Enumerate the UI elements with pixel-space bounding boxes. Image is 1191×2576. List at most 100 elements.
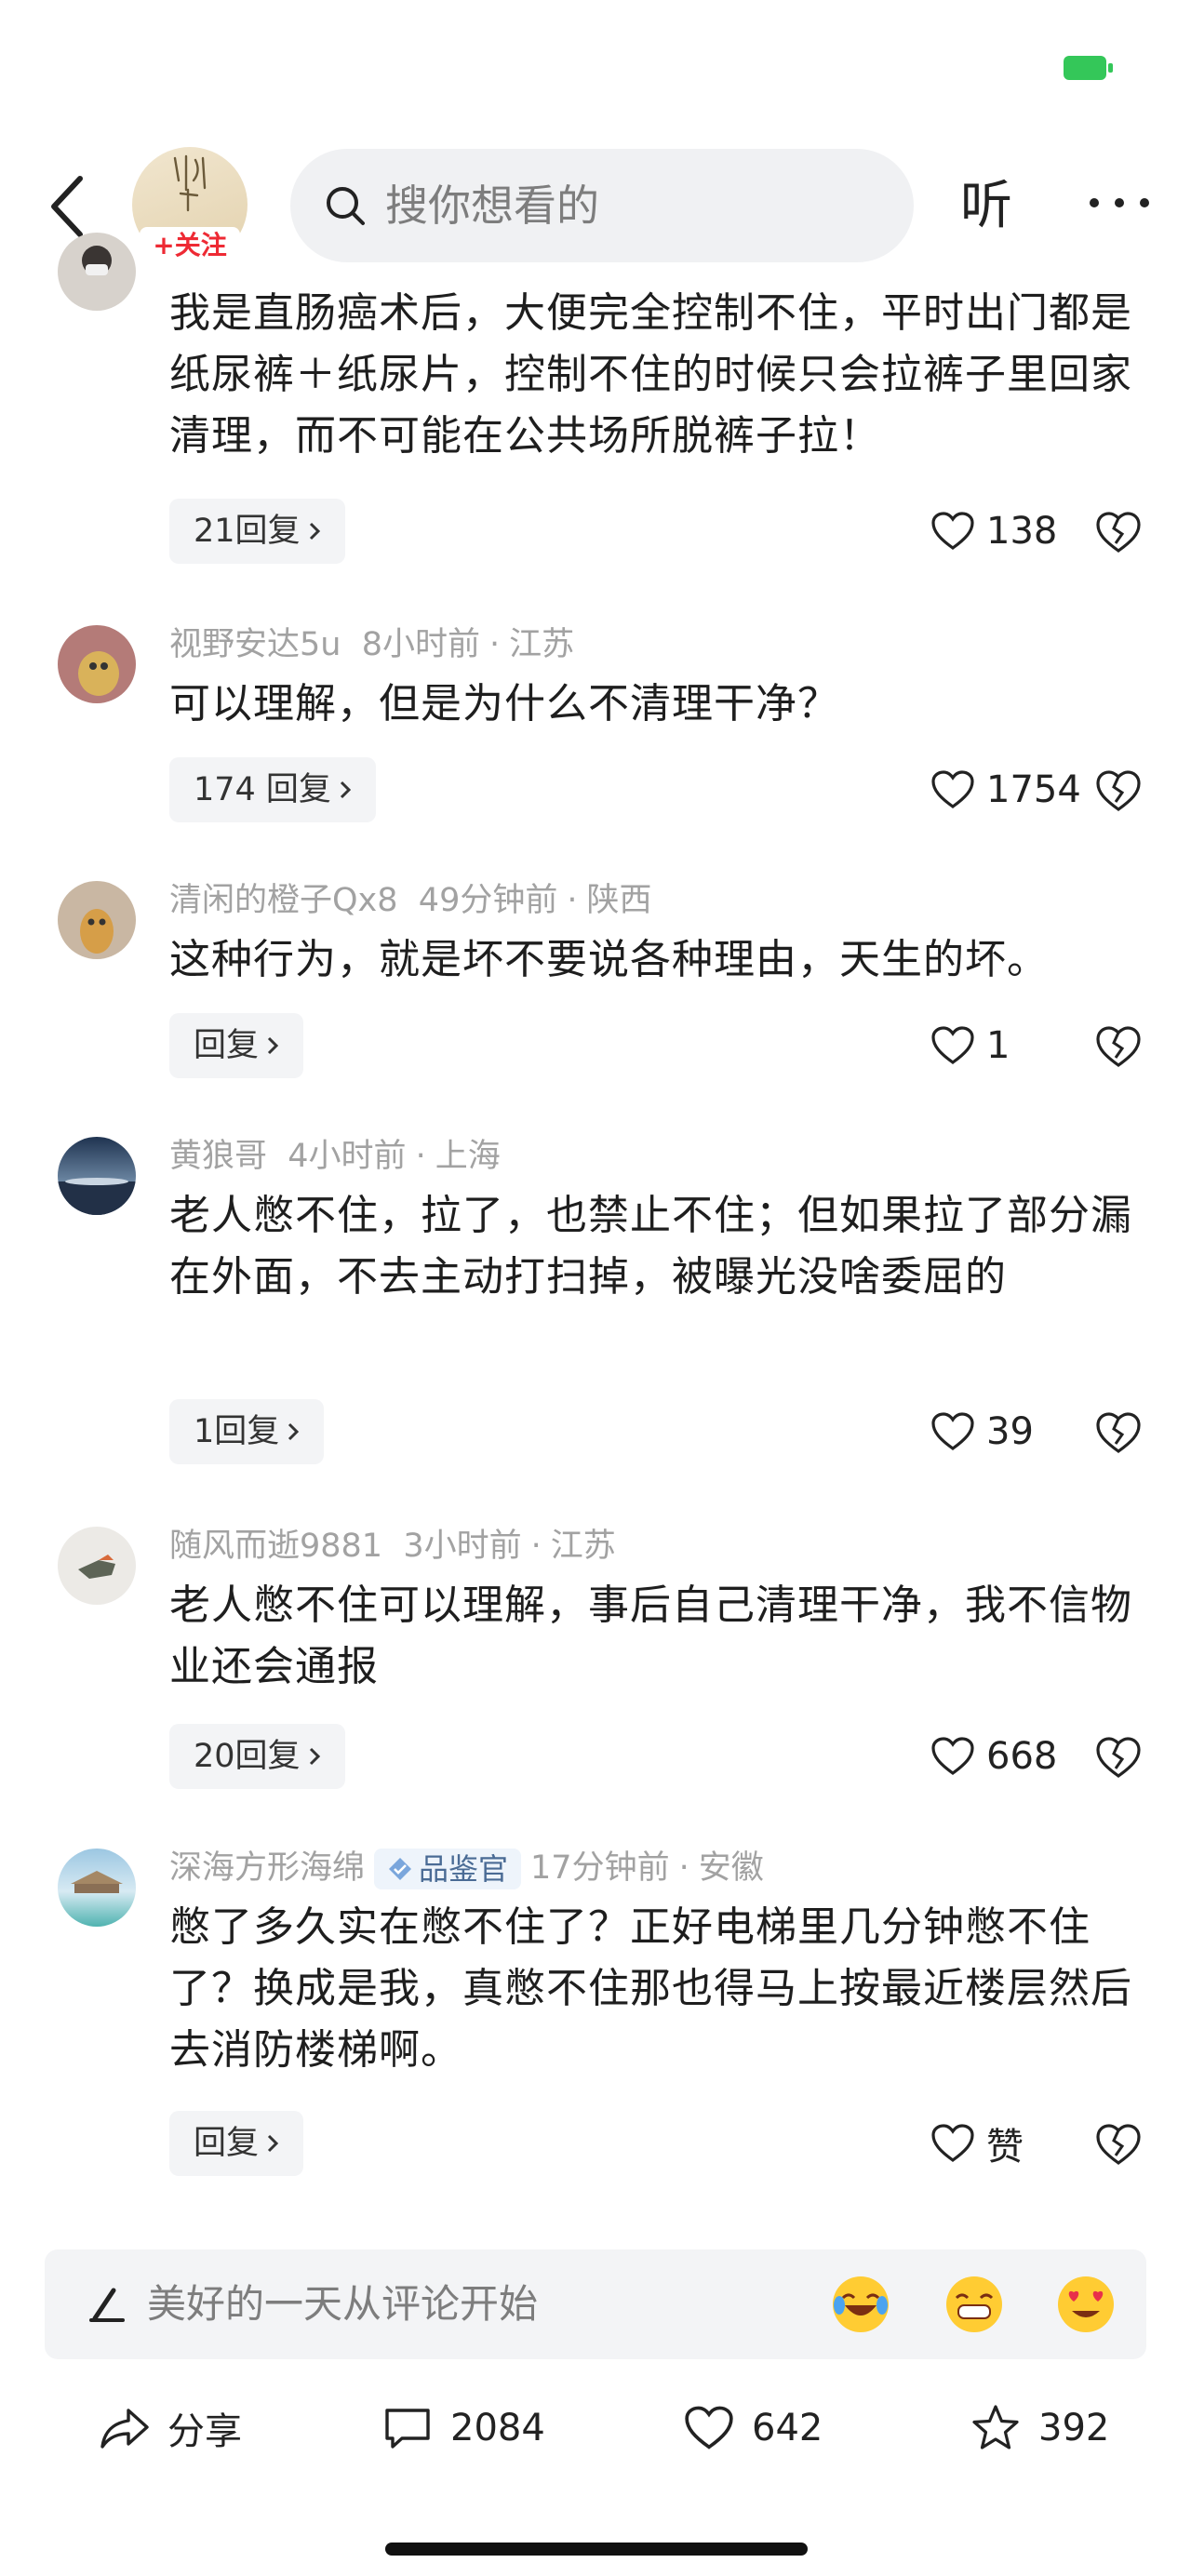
search-icon — [327, 187, 365, 225]
user-avatar[interactable] — [58, 1527, 136, 1605]
user-avatar[interactable] — [58, 881, 136, 959]
location: 上海 — [435, 1138, 501, 1175]
reply-count-button[interactable]: 21回复 — [169, 499, 345, 564]
heart-icon — [931, 1412, 974, 1450]
chevron-right-icon — [309, 522, 320, 541]
heart-icon — [931, 770, 974, 808]
chevron-right-icon — [267, 2134, 279, 2153]
user-avatar[interactable] — [58, 233, 136, 311]
comments-button[interactable]: 2084 — [381, 2391, 545, 2465]
reply-count: 20回复 — [194, 1738, 301, 1775]
heart-icon — [931, 1737, 974, 1775]
like-button[interactable]: 赞 — [930, 2111, 1024, 2176]
username[interactable]: 黄狼哥 — [169, 1138, 267, 1175]
location: 江苏 — [550, 1528, 616, 1565]
more-icon[interactable] — [1087, 184, 1152, 221]
laughing-crying-emoji-icon[interactable] — [830, 2274, 891, 2335]
comment-input[interactable]: 美好的一天从评论开始 — [45, 2249, 1146, 2359]
like-count: 39 — [986, 1410, 1034, 1453]
chevron-right-icon — [288, 1422, 300, 1441]
grinning-emoji-icon[interactable] — [943, 2274, 1005, 2335]
reply-count: 174 回复 — [194, 771, 331, 808]
comment-meta: 黄狼哥 4小时前 · 上海 — [169, 1138, 501, 1175]
home-indicator[interactable] — [385, 2543, 808, 2556]
battery-icon — [1064, 56, 1113, 80]
reply-count: 回复 — [194, 2125, 260, 2162]
search-bar[interactable]: 搜你想看的 — [290, 149, 914, 262]
heart-icon — [685, 2406, 733, 2449]
timestamp: 49分钟前 — [418, 882, 558, 919]
username[interactable]: 视野安达5u — [169, 626, 341, 663]
broken-heart-icon[interactable] — [1094, 1022, 1143, 1071]
heart-icon — [931, 2124, 974, 2162]
back-arrow-icon[interactable] — [43, 173, 95, 240]
timestamp: 17分钟前 — [530, 1849, 670, 1887]
broken-heart-icon[interactable] — [1094, 767, 1143, 815]
heart-icon — [931, 1026, 974, 1064]
search-placeholder: 搜你想看的 — [385, 180, 599, 231]
reply-count: 回复 — [194, 1027, 260, 1064]
follow-button[interactable]: +关注 — [140, 227, 240, 264]
username[interactable]: 随风而逝9881 — [169, 1528, 382, 1565]
comment-meta: 视野安达5u 8小时前 · 江苏 — [169, 626, 575, 663]
like-button[interactable]: 1754 — [930, 757, 1081, 822]
user-avatar[interactable] — [58, 1849, 136, 1927]
listen-button[interactable]: 听 — [960, 169, 1012, 244]
reply-count-button[interactable]: 回复 — [169, 1013, 304, 1078]
like-article-button[interactable]: 642 — [683, 2391, 823, 2465]
username[interactable]: 清闲的橙子Qx8 — [169, 882, 398, 919]
comment-text: 老人憋不住，拉了，也禁止不住；但如果拉了部分漏在外面，不去主动打扫掉，被曝光没啥… — [169, 1192, 1132, 1301]
like-button[interactable]: 668 — [930, 1724, 1057, 1789]
comment-meta: 清闲的橙子Qx8 49分钟前 · 陕西 — [169, 882, 652, 919]
reply-count: 1回复 — [194, 1413, 280, 1450]
like-button[interactable]: 138 — [930, 499, 1057, 564]
broken-heart-icon[interactable] — [1094, 2120, 1143, 2169]
user-avatar[interactable] — [58, 1137, 136, 1215]
broken-heart-icon[interactable] — [1094, 508, 1143, 556]
reply-count-button[interactable]: 174 回复 — [169, 757, 376, 822]
like-count: 1754 — [986, 768, 1081, 811]
like-count: 668 — [986, 1735, 1058, 1778]
star-icon — [972, 2405, 1019, 2449]
heart-eyes-emoji-icon[interactable] — [1055, 2274, 1117, 2335]
comment-meta: 随风而逝9881 3小时前 · 江苏 — [169, 1528, 616, 1565]
timestamp: 4小时前 — [288, 1138, 407, 1175]
location: 江苏 — [509, 626, 575, 663]
comment-text: 这种行为，就是坏不要说各种理由，天生的坏。 — [169, 936, 1049, 983]
broken-heart-icon[interactable] — [1094, 1408, 1143, 1457]
like-count: 138 — [986, 510, 1058, 553]
share-label: 分享 — [167, 2410, 242, 2453]
user-avatar[interactable] — [58, 625, 136, 703]
top-nav-bar: +关注 搜你想看的 听 — [0, 140, 1191, 270]
reply-count-button[interactable]: 1回复 — [169, 1399, 325, 1464]
comment-bubble-icon — [385, 2409, 430, 2449]
username[interactable]: 深海方形海绵 — [169, 1849, 365, 1887]
like-button[interactable]: 1 — [930, 1013, 1010, 1078]
pen-icon — [89, 2288, 125, 2322]
likes-count: 642 — [752, 2407, 823, 2449]
chevron-right-icon — [309, 1747, 320, 1766]
like-button[interactable]: 39 — [930, 1399, 1034, 1464]
favorite-button[interactable]: 392 — [970, 2391, 1109, 2465]
comment-text: 我是直肠癌术后，大便完全控制不住，平时出门都是纸尿裤＋纸尿片，控制不住的时候只会… — [169, 289, 1132, 460]
author-avatar[interactable]: +关注 — [132, 147, 248, 264]
timestamp: 3小时前 — [403, 1528, 522, 1565]
reply-count: 21回复 — [194, 513, 301, 550]
timestamp: 8小时前 — [361, 626, 480, 663]
location: 陕西 — [586, 882, 652, 919]
broken-heart-icon[interactable] — [1094, 1733, 1143, 1782]
like-count: 赞 — [986, 2126, 1024, 2169]
reply-count-button[interactable]: 20回复 — [169, 1724, 345, 1789]
verified-diamond-icon — [389, 1858, 412, 1880]
share-button[interactable]: 分享 — [99, 2391, 242, 2465]
comment-text: 可以理解，但是为什么不清理干净？ — [169, 680, 839, 727]
chevron-right-icon — [340, 781, 352, 799]
calligraphy-logo-icon — [173, 154, 207, 212]
like-count: 1 — [986, 1024, 1010, 1067]
heart-icon — [931, 512, 974, 550]
badge-label: 品鉴官 — [419, 1851, 509, 1887]
reply-count-button[interactable]: 回复 — [169, 2111, 304, 2176]
favorites-count: 392 — [1038, 2407, 1110, 2449]
comments-count: 2084 — [450, 2407, 545, 2449]
comment-text: 憋了多久实在憋不住了？正好电梯里几分钟憋不住了？换成是我，真憋不住那也得马上按最… — [169, 1903, 1132, 2074]
